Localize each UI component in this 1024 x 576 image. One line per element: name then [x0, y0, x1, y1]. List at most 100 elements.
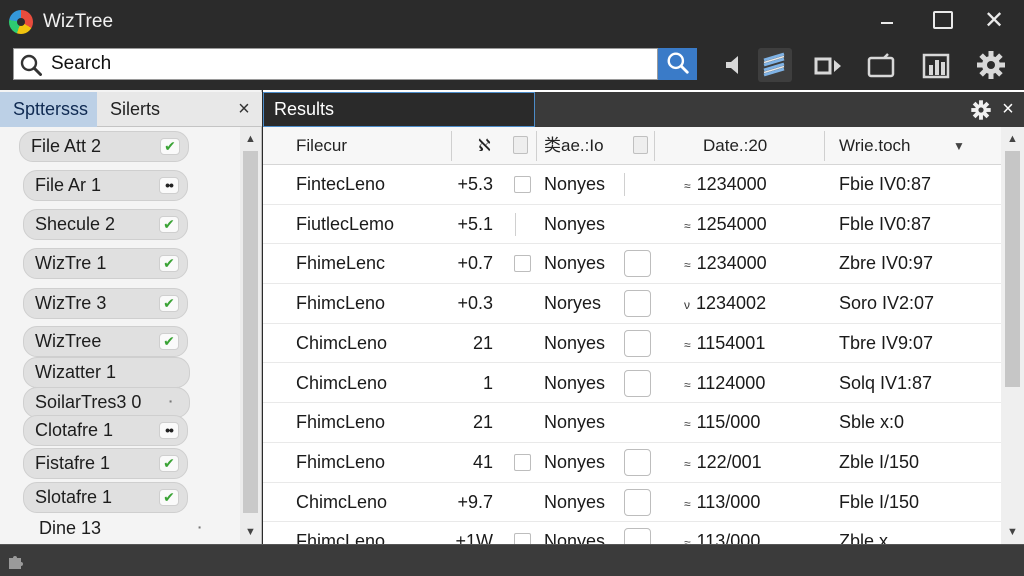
- column-header-type[interactable]: 类ae.:Io: [544, 127, 604, 165]
- table-row[interactable]: FhimcLeno 41 Nonyes ≈122/001 Zble I/150: [263, 443, 1001, 483]
- column-divider[interactable]: [654, 131, 655, 161]
- settings-gear-icon[interactable]: [970, 99, 992, 121]
- filter-item[interactable]: Dine 13 ·: [28, 514, 218, 545]
- sort-dropdown-icon[interactable]: ▼: [953, 127, 965, 165]
- filter-item[interactable]: WizTre 3 ✔: [23, 288, 188, 319]
- size-cell: 1: [482, 372, 493, 393]
- scroll-up-arrow-icon[interactable]: ▲: [1006, 133, 1019, 145]
- export-icon[interactable]: [810, 48, 844, 82]
- type-cell: Nonyes: [544, 332, 606, 353]
- row-checkbox[interactable]: [624, 329, 651, 357]
- table-header: Filecur ℵ 类ae.:Io Date.:20 Wrie.toch ▼: [263, 127, 1001, 165]
- table-row[interactable]: FhimcLeno +0.3 Noryes ν 1234002 Soro IV2:07: [263, 284, 1001, 324]
- date-cell: ≈115/000: [684, 403, 760, 442]
- chart-icon[interactable]: [919, 48, 953, 82]
- filter-item[interactable]: SoilarTres3 0 ·: [23, 387, 190, 418]
- filter-panel: Spttersss Silerts × File Att 2 ✔ File Ar 1…: [0, 90, 262, 544]
- column-header-date[interactable]: Date.:20: [703, 127, 767, 165]
- table-row[interactable]: ChimcLeno 1 Nonyes ≈1124000 Solq IV1:87: [263, 364, 1001, 404]
- scroll-down-arrow-icon[interactable]: ▼: [1006, 526, 1019, 538]
- column-header-modified[interactable]: Wrie.toch: [839, 127, 911, 165]
- search-button[interactable]: [658, 48, 697, 80]
- speaker-icon[interactable]: [718, 48, 752, 82]
- row-checkbox[interactable]: [624, 448, 651, 476]
- scroll-up-arrow-icon[interactable]: ▲: [244, 133, 257, 145]
- checkmark-icon[interactable]: ✔: [159, 455, 179, 472]
- date-marker-icon: ≈: [684, 258, 691, 273]
- tab-silerts[interactable]: Silerts: [97, 92, 173, 127]
- tab-spttersss[interactable]: Spttersss: [0, 92, 97, 127]
- checkmark-icon[interactable]: ✔: [159, 255, 179, 272]
- modified-cell: Sble x:0: [839, 412, 905, 433]
- column-header-size[interactable]: ℵ: [478, 127, 491, 165]
- row-checkbox[interactable]: [514, 255, 531, 273]
- table-row[interactable]: FintecLeno +5.3 Nonyes ≈1234000 Fbie IV0:87: [263, 165, 1001, 205]
- type-cell: Nonyes: [544, 531, 606, 544]
- filter-item[interactable]: Shecule 2 ✔: [23, 209, 188, 240]
- column-select-checkbox[interactable]: [633, 136, 648, 154]
- checkmark-icon[interactable]: ✔: [159, 295, 179, 312]
- status-bar: [0, 544, 1024, 576]
- date-value: 115/000: [696, 412, 761, 433]
- table-row[interactable]: FhimcLeno +1W Nonyes ≈113/000 Zble x: [263, 522, 1001, 544]
- checkmark-icon[interactable]: ✔: [160, 138, 180, 155]
- row-checkbox[interactable]: [624, 290, 651, 318]
- table-row[interactable]: FhimcLeno 21 Nonyes ≈115/000 Sble x:0: [263, 403, 1001, 443]
- layers-icon[interactable]: [758, 48, 792, 82]
- type-cell: Nonyes: [544, 372, 606, 393]
- row-checkbox[interactable]: [624, 250, 651, 278]
- table-row[interactable]: ChimcLeno +9.7 Nonyes ≈113/000 Fble I/150: [263, 483, 1001, 523]
- column-divider[interactable]: [536, 131, 537, 161]
- table-row[interactable]: ChimcLeno 21 Nonyes ≈1154001 Tbre IV9:07: [263, 324, 1001, 364]
- filter-item-label: Slotafre 1: [35, 487, 113, 507]
- modified-cell: Tbre IV9:07: [839, 332, 934, 353]
- row-checkbox[interactable]: [624, 528, 651, 544]
- filter-item[interactable]: Fistafre 1 ✔: [23, 448, 188, 479]
- checkmark-icon[interactable]: ✔: [159, 333, 179, 350]
- row-checkbox[interactable]: [624, 369, 651, 397]
- date-value: 1254000: [696, 213, 767, 234]
- table-row[interactable]: FhimeLenc +0.7 Nonyes ≈1234000 Zbre IV0:97: [263, 244, 1001, 285]
- dot-icon[interactable]: ·: [161, 394, 181, 411]
- column-divider[interactable]: [451, 131, 452, 161]
- column-divider[interactable]: [824, 131, 825, 161]
- scroll-thumb[interactable]: [1005, 151, 1020, 387]
- checkmark-icon[interactable]: ✔: [159, 216, 179, 233]
- date-value: 1154001: [696, 332, 766, 353]
- settings-gear-icon[interactable]: [974, 48, 1008, 82]
- filter-scrollbar[interactable]: ▲ ▼: [240, 127, 261, 544]
- window-icon[interactable]: [864, 48, 898, 82]
- more-dots-icon[interactable]: ••: [159, 422, 179, 439]
- dot-icon[interactable]: ·: [190, 520, 210, 537]
- filter-item[interactable]: Wizatter 1: [23, 357, 190, 388]
- row-checkbox[interactable]: [514, 176, 531, 193]
- maximize-button[interactable]: [925, 6, 957, 36]
- search-input[interactable]: [51, 51, 651, 77]
- scroll-thumb[interactable]: [243, 151, 258, 513]
- row-checkbox[interactable]: [514, 533, 531, 544]
- column-select-checkbox[interactable]: [513, 136, 528, 154]
- modified-cell: Fbie IV0:87: [839, 174, 932, 194]
- close-results-button[interactable]: ×: [996, 92, 1020, 127]
- row-checkbox[interactable]: [624, 488, 651, 516]
- filter-item[interactable]: WizTre 1 ✔: [23, 248, 188, 279]
- date-marker-icon: ≈: [684, 337, 691, 352]
- checkmark-icon[interactable]: ✔: [159, 489, 179, 506]
- tab-results[interactable]: Results: [263, 92, 535, 127]
- minimize-button[interactable]: [871, 6, 903, 36]
- row-checkbox[interactable]: [514, 453, 531, 471]
- scroll-down-arrow-icon[interactable]: ▼: [244, 526, 257, 538]
- filter-item[interactable]: File Ar 1 ••: [23, 170, 188, 201]
- close-window-button[interactable]: ✕: [978, 6, 1010, 36]
- results-scrollbar[interactable]: ▲ ▼: [1001, 127, 1024, 544]
- filter-item[interactable]: Clotafre 1 ••: [23, 415, 188, 446]
- filter-item[interactable]: WizTree ✔: [23, 326, 188, 357]
- table-row[interactable]: FiutlecLemo +5.1 Nonyes ≈1254000 Fble IV0:87: [263, 205, 1001, 245]
- filter-item[interactable]: Slotafre 1 ✔: [23, 482, 188, 513]
- close-panel-button[interactable]: ×: [232, 92, 256, 127]
- column-header-name[interactable]: Filecur: [296, 127, 347, 165]
- date-marker-icon: ≈: [684, 536, 691, 544]
- more-dots-icon[interactable]: ••: [159, 177, 179, 194]
- modified-cell: Zble x: [839, 531, 889, 544]
- filter-item[interactable]: File Att 2 ✔: [19, 131, 189, 162]
